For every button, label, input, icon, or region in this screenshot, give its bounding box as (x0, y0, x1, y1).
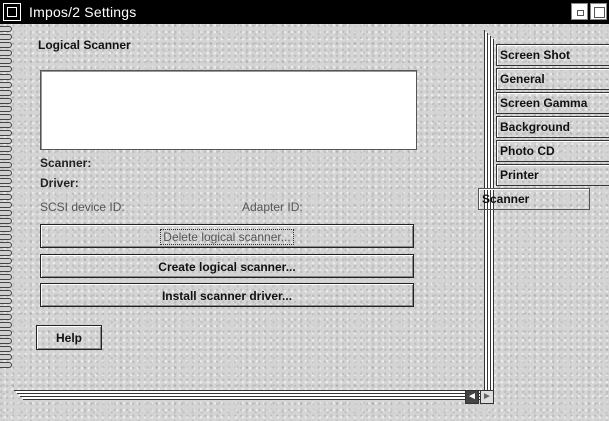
page-forward-icon[interactable]: ► (480, 390, 494, 404)
settings-window: Impos/2 Settings Logical Scanner Scanner… (0, 0, 609, 421)
delete-button-label: Delete logical scanner... (160, 229, 294, 245)
page-title: Logical Scanner (38, 38, 131, 52)
adapter-id-label: Adapter ID: (242, 200, 303, 214)
minimize-icon[interactable] (571, 3, 588, 20)
install-scanner-driver-button[interactable]: Install scanner driver... (40, 283, 414, 307)
help-button[interactable]: Help (36, 325, 102, 350)
notebook-spiral (0, 26, 14, 376)
title-bar[interactable]: Impos/2 Settings (0, 0, 609, 24)
tab-general[interactable]: General (496, 68, 609, 90)
delete-logical-scanner-button[interactable]: Delete logical scanner... (40, 224, 414, 248)
logical-scanner-page: Logical Scanner Scanner: Driver: SCSI de… (14, 28, 494, 404)
tab-photo-cd[interactable]: Photo CD (496, 140, 609, 162)
notebook-tabs: Screen Shot General Screen Gamma Backgro… (478, 30, 609, 220)
create-logical-scanner-button[interactable]: Create logical scanner... (40, 254, 414, 278)
scanner-label: Scanner: (40, 156, 92, 170)
tab-scanner[interactable]: Scanner (478, 188, 590, 210)
tab-background[interactable]: Background (496, 116, 609, 138)
scsi-device-id-label: SCSI device ID: (40, 200, 125, 214)
driver-label: Driver: (40, 176, 79, 190)
window-title: Impos/2 Settings (29, 4, 137, 20)
page-back-icon[interactable]: ◄ (465, 390, 479, 404)
tab-printer[interactable]: Printer (496, 164, 609, 186)
tab-screen-gamma[interactable]: Screen Gamma (496, 92, 609, 114)
logical-scanner-list[interactable] (40, 70, 417, 150)
tab-screen-shot[interactable]: Screen Shot (496, 44, 609, 66)
system-menu-icon[interactable] (3, 3, 21, 21)
maximize-icon[interactable] (590, 3, 607, 20)
